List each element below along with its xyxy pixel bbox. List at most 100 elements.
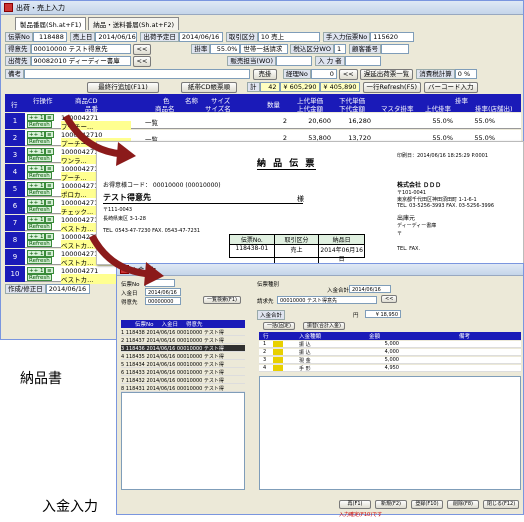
row-menu-button[interactable]: ≡ [45,216,54,223]
ship-date-field[interactable]: 2014/06/16 [178,32,223,42]
deposit-row-amount[interactable]: 4,000 [369,349,399,355]
tax-field[interactable]: 55.0% [210,44,241,54]
deposit-search-button[interactable]: 一覧検索(F1) [203,296,241,304]
deposit-row-kind[interactable]: 手 形 [299,365,311,372]
deposit-client-field[interactable]: 00000000 [145,297,181,305]
row-add-button[interactable]: ++ 1 [27,233,46,240]
row-refresh-button[interactable]: Refresh [27,121,52,128]
deposit-total-unit: 円 [353,313,359,319]
row-refresh-button[interactable]: Refresh [27,206,52,213]
barcode-button[interactable]: バーコード入力 [424,81,478,93]
row-menu-button[interactable]: ≡ [45,267,54,274]
deposit-list-header-client: 得意先 [186,322,203,328]
row-menu-button[interactable]: ≡ [45,165,54,172]
row-add-button[interactable]: ++ 1 [27,131,46,138]
slip-no-field[interactable]: 118488 [32,32,67,42]
deposit-row-amount[interactable]: 4,950 [369,365,399,371]
deposit-bill-search-button[interactable]: << [381,295,398,303]
entry-field[interactable]: 115620 [370,32,415,42]
caption-deposit: 入金入力 [42,499,98,515]
input-field[interactable] [344,56,381,66]
add-row-button[interactable]: 最終行追加(F11) [87,81,159,93]
row-menu-button[interactable]: ≡ [45,199,54,206]
customer-field[interactable] [380,44,409,54]
row-refresh-button[interactable]: Refresh [27,240,52,247]
list-item[interactable]: 6 118433 2014/06/16 00010000 テスト得 [121,369,245,376]
deposit-list-header-slip: 伝票No [135,322,154,328]
row-refresh-button[interactable]: Refresh [27,138,52,145]
row-menu-button[interactable]: ≡ [45,114,54,121]
slip-no-label: 伝票No [5,32,33,42]
row-refresh-button[interactable]: Refresh [27,189,52,196]
deposit-tab-transfer[interactable]: 振替(合計入金) [303,322,345,330]
row-menu-button[interactable]: ≡ [45,250,54,257]
table-row[interactable]: 2 振 込 4,000 [259,349,521,356]
target-field[interactable]: 1 [333,44,346,54]
list-item[interactable]: 8 118431 2014/06/16 00010000 テスト得 [121,385,245,392]
deposit-refresh-button[interactable]: 再(F1) [339,500,371,509]
row-refresh-button[interactable]: Refresh [27,155,52,162]
shipto-field[interactable]: 90082010 ディーディー書庫 [30,56,131,66]
sales-date-field[interactable]: 2014/06/16 [95,32,138,42]
tab-product[interactable]: 製品番届(Sh.at+F1) [15,17,87,30]
grid-header-colorname: 名称 [185,97,198,105]
client-field[interactable]: 00010000 テスト得意先 [30,44,131,54]
list-item[interactable]: 2 118437 2014/06/16 00010000 テスト得 [121,337,245,344]
row-refresh-button[interactable]: Refresh [27,172,52,179]
row-menu-button[interactable]: ≡ [45,182,54,189]
row-menu-button[interactable]: ≡ [45,131,54,138]
deposit-row-amount[interactable]: 5,000 [369,341,399,347]
deposit-bill-field[interactable]: 00010000 テスト得意先 [277,296,377,304]
row-add-button[interactable]: ++ 1 [27,216,46,223]
trade-select[interactable]: 10 売上 [257,32,320,42]
row-add-button[interactable]: ++ 1 [27,165,46,172]
info-date: 2014年06月16日 [320,247,363,263]
list-item[interactable]: 4 118435 2014/06/16 00010000 テスト得 [121,353,245,360]
row-list-button[interactable]: 一覧 [145,117,158,127]
list-item[interactable]: 3 118436 2014/06/16 00010000 テスト得 [121,345,245,352]
stock-list-button[interactable]: 遅延出荷票一覧 [359,68,414,80]
row-add-button[interactable]: ++ 1 [27,148,46,155]
shipto-label: 出庫元 [397,215,416,222]
nav-search-button[interactable]: << [338,68,358,80]
row-add-button[interactable]: ++ 1 [27,250,46,257]
refresh-button[interactable]: 一行Refresh(F5) [362,81,421,93]
row-add-button[interactable]: ++ 1 [27,182,46,189]
list-item[interactable]: 1 118438 2014/06/16 00010000 テスト得 [121,329,245,336]
list-item[interactable]: 5 118434 2014/06/16 00010000 テスト得 [121,361,245,368]
table-row[interactable]: 1 振 込 5,000 [259,341,521,348]
deposit-amount-date[interactable]: 2014/06/16 [349,285,391,293]
row-menu-button[interactable]: ≡ [45,148,54,155]
deposit-row-kind[interactable]: 現 金 [299,357,311,364]
deposit-close-button[interactable]: 閉じる(F12) [483,500,519,509]
row-refresh-button[interactable]: Refresh [27,274,52,281]
note-field[interactable] [24,69,250,79]
sales-date-label: 売上日 [69,32,96,42]
deposit-new-button[interactable]: 新規(F2) [375,500,407,509]
row-refresh-button[interactable]: Refresh [27,223,52,230]
deposit-delete-button[interactable]: 削除(F8) [447,500,479,509]
deposit-row-kind[interactable]: 振 込 [299,349,311,356]
row-refresh-button[interactable]: Refresh [27,257,52,264]
nav-no-field[interactable]: 0 [310,69,337,79]
shipto-search-button[interactable]: << [132,55,152,67]
row-menu-button[interactable]: ≡ [45,233,54,240]
client-search-button[interactable]: << [132,43,152,55]
row-qty[interactable]: 2 [273,117,287,125]
row-add-button[interactable]: ++ 1 [27,199,46,206]
deposit-row-amount[interactable]: 5,000 [369,357,399,363]
table-row[interactable]: 4 手 形 4,950 [259,365,521,372]
rep-field[interactable] [276,56,313,66]
table-row[interactable]: 3 現 金 5,000 [259,357,521,364]
deposit-row-kind[interactable]: 振 込 [299,341,311,348]
tab-delivery[interactable]: 納品・送料番届(Sh.at+F2) [88,17,179,30]
bill-button[interactable]: 売掛 [253,68,277,80]
row-add-button[interactable]: ++ 1 [27,114,46,121]
footer-date: 2014/06/16 [45,284,90,294]
deposit-register-button[interactable]: 登録(F10) [411,500,443,509]
deposit-tab-fixed[interactable]: 一括(固定) [263,322,295,330]
list-item[interactable]: 7 118432 2014/06/16 00010000 テスト得 [121,377,245,384]
cd-sort-button[interactable]: 紙帯CD帳票順 [181,81,237,93]
tax-calc-select[interactable]: 0 % [454,69,477,79]
row-add-button[interactable]: ++ 1 [27,267,46,274]
